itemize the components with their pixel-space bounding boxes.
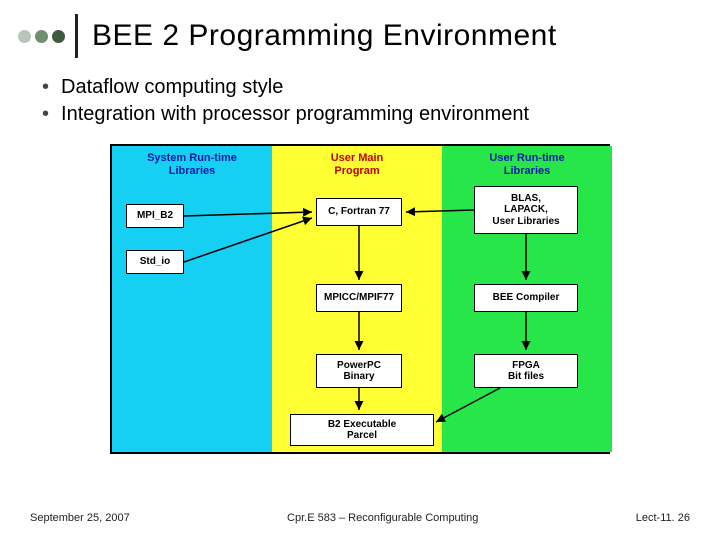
- column-title: System Run-time Libraries: [112, 152, 272, 177]
- bullet-item: Dataflow computing style: [42, 76, 720, 99]
- column-title: User Main Program: [272, 152, 442, 177]
- box-c-fortran: C, Fortran 77: [316, 198, 402, 226]
- slide-footer: September 25, 2007 Cpr.E 583 – Reconfigu…: [0, 512, 720, 524]
- box-mpi-b2: MPI_B2: [126, 204, 184, 228]
- footer-lect: Lect-11. 26: [636, 512, 690, 524]
- slide-title: BEE 2 Programming Environment: [92, 19, 557, 53]
- footer-date: September 25, 2007: [30, 512, 130, 524]
- box-powerpc: PowerPCBinary: [316, 354, 402, 388]
- bullet-item: Integration with processor programming e…: [42, 103, 720, 126]
- footer-course: Cpr.E 583 – Reconfigurable Computing: [287, 512, 478, 524]
- box-mpicc: MPICC/MPIF77: [316, 284, 402, 312]
- architecture-diagram: System Run-time Libraries User Main Prog…: [110, 144, 610, 454]
- bullet-list: Dataflow computing style Integration wit…: [0, 66, 720, 126]
- title-row: BEE 2 Programming Environment: [0, 0, 720, 66]
- box-executable: B2 ExecutableParcel: [290, 414, 434, 446]
- title-separator: [75, 14, 78, 58]
- box-std-io: Std_io: [126, 250, 184, 274]
- bullet-dots: [18, 30, 65, 43]
- dot-icon: [18, 30, 31, 43]
- box-bee-compiler: BEE Compiler: [474, 284, 578, 312]
- box-fpga: FPGABit files: [474, 354, 578, 388]
- column-system-libs: System Run-time Libraries: [112, 146, 272, 452]
- dot-icon: [35, 30, 48, 43]
- box-blas: BLAS,LAPACK,User Libraries: [474, 186, 578, 234]
- dot-icon: [52, 30, 65, 43]
- column-title: User Run-time Libraries: [442, 152, 612, 177]
